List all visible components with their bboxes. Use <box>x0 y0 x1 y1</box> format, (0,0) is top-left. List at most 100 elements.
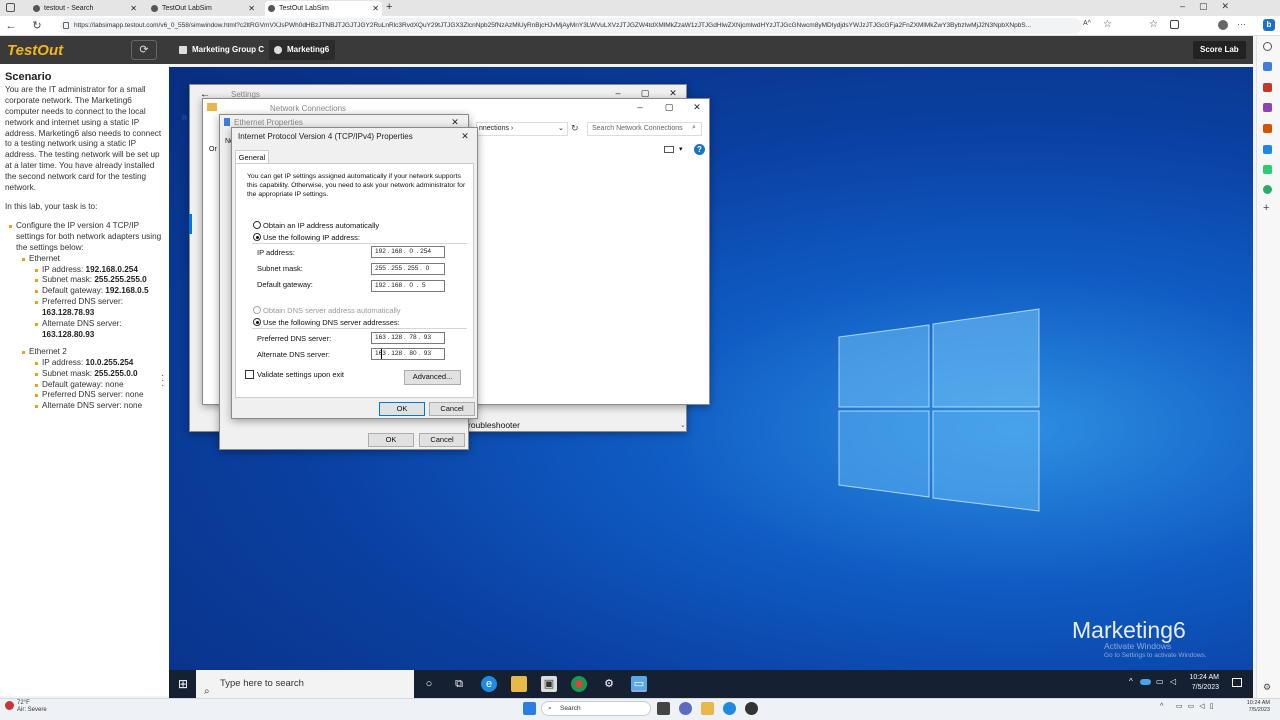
host-start-icon[interactable] <box>523 702 536 715</box>
office-icon[interactable] <box>1263 124 1272 133</box>
back-icon[interactable]: ← <box>4 19 18 33</box>
marketing6-button[interactable]: Marketing6 <box>269 40 336 60</box>
reload-icon[interactable]: ↻ <box>30 19 44 33</box>
cancel-button[interactable]: Cancel <box>419 433 465 447</box>
use-ip-radio[interactable] <box>253 233 261 241</box>
shopping-icon[interactable] <box>1263 62 1272 71</box>
validate-checkbox[interactable] <box>245 370 254 379</box>
tray-icons[interactable]: ▭▭◁▯ <box>1176 702 1218 710</box>
obtain-ip-auto-radio[interactable] <box>253 221 261 229</box>
score-lab-button[interactable]: Score Lab <box>1193 41 1246 59</box>
chevron-down-icon[interactable]: ⌄ <box>558 124 564 132</box>
sidebar-settings-icon[interactable]: ⚙ <box>1263 682 1271 693</box>
taskbar-search-input[interactable]: ⌕ Type here to search <box>196 670 414 698</box>
profile-icon[interactable] <box>1218 20 1228 30</box>
ip-address-field[interactable]: 192 . 168 . 0 . 254 <box>371 246 445 258</box>
ok-button[interactable]: OK <box>379 402 425 416</box>
extensions-icon[interactable]: ☆ <box>1149 19 1158 30</box>
chrome-icon[interactable] <box>571 676 587 692</box>
close-icon[interactable]: ✕ <box>130 1 137 16</box>
view-options-icon[interactable] <box>664 146 674 153</box>
tab-actions-icon[interactable] <box>6 3 15 12</box>
close-icon[interactable]: ✕ <box>458 130 472 142</box>
widgets-icon[interactable] <box>679 702 692 715</box>
tray-chevron-icon[interactable]: ^ <box>1160 703 1163 710</box>
browser-tab-labsim-2[interactable]: TestOut LabSim ✕ <box>265 1 382 16</box>
use-dns-radio[interactable] <box>253 318 261 326</box>
troubleshooter-link[interactable]: roubleshooter <box>468 420 520 430</box>
recorder-icon[interactable] <box>745 702 758 715</box>
obtain-dns-auto-radio[interactable] <box>253 306 261 314</box>
window-controls[interactable]: –▢✕ <box>1180 1 1243 12</box>
edge-icon[interactable] <box>723 702 736 715</box>
use-dns-label[interactable]: Use the following DNS server addresses: <box>263 318 400 327</box>
marketing-group-button[interactable]: Marketing Group C <box>174 40 270 60</box>
network-app-icon[interactable]: ▭ <box>631 676 647 692</box>
task-view-icon[interactable]: ⧉ <box>451 676 467 692</box>
scroll-down-icon[interactable]: ⌄ <box>680 421 686 429</box>
network-icon <box>224 118 230 126</box>
activate-windows-title: Activate Windows <box>1104 641 1172 651</box>
new-tab-button[interactable]: + <box>386 1 392 13</box>
store-icon[interactable]: ▣ <box>541 676 557 692</box>
ok-button[interactable]: OK <box>368 433 414 447</box>
settings-icon[interactable]: ⚙ <box>601 676 617 692</box>
maximize-icon[interactable]: ▢ <box>662 101 676 113</box>
volume-icon[interactable]: ◁ <box>1170 677 1176 686</box>
vm-clock[interactable]: 10:24 AM 7/5/2023 <box>1187 673 1219 693</box>
network-search-input[interactable]: Search Network Connections <box>587 122 702 136</box>
edge-icon[interactable]: e <box>481 676 497 692</box>
scenario-heading: Scenario <box>5 71 52 83</box>
network-tray-icon[interactable]: ▭ <box>1156 677 1164 686</box>
tools-icon[interactable] <box>1263 83 1272 92</box>
windows-start-icon[interactable]: ⊞ <box>178 677 188 691</box>
cortana-icon[interactable]: ○ <box>421 676 437 692</box>
host-clock[interactable]: 10:24 AM 7/5/2023 <box>1238 700 1270 714</box>
cancel-button[interactable]: Cancel <box>429 402 475 416</box>
host-search-input[interactable]: ⌕ Search <box>541 701 651 716</box>
read-aloud-icon[interactable]: A^ <box>1083 20 1091 27</box>
notifications-icon[interactable] <box>1232 678 1242 687</box>
onedrive-icon[interactable] <box>1140 679 1151 685</box>
default-gateway-field[interactable]: 192 . 168 . 0 . 5 <box>371 280 445 292</box>
tab-general[interactable]: General <box>235 150 269 164</box>
use-ip-label[interactable]: Use the following IP address: <box>263 233 360 242</box>
refresh-button[interactable]: ⟳ <box>131 40 157 60</box>
bing-icon[interactable]: b <box>1263 19 1275 31</box>
games-icon[interactable] <box>1263 103 1272 112</box>
chevron-down-icon[interactable]: ▾ <box>679 145 683 153</box>
file-explorer-icon[interactable] <box>511 676 527 692</box>
advanced-button[interactable]: Advanced... <box>404 370 461 385</box>
adapter-setting: IP address: 10.0.255.254 <box>31 358 164 369</box>
browser-tab-search[interactable]: testout - Search ✕ <box>30 1 140 16</box>
favorite-icon[interactable]: ☆ <box>1103 19 1112 30</box>
drop-icon[interactable] <box>1263 165 1272 174</box>
tray-chevron-icon[interactable]: ^ <box>1129 677 1133 686</box>
default-gateway-label: Default gateway: <box>257 280 313 289</box>
search-icon[interactable] <box>1263 42 1272 51</box>
add-icon[interactable]: + <box>1263 202 1269 214</box>
alternate-dns-field[interactable]: 163 . 128 . 80 . 93 <box>371 348 445 360</box>
subnet-mask-field[interactable]: 255 . 255 . 255 . 0 <box>371 263 445 275</box>
outlook-icon[interactable] <box>1263 145 1272 154</box>
weather-widget[interactable]: 72°F Air: Severe <box>4 700 47 714</box>
adapter-setting: Alternate DNS server: none <box>31 401 164 412</box>
close-icon[interactable]: ✕ <box>248 1 255 16</box>
url-field[interactable]: https://labsimapp.testout.com/v6_0_558/s… <box>60 18 1082 34</box>
browser-tab-labsim-1[interactable]: TestOut LabSim ✕ <box>148 1 258 16</box>
more-icon[interactable]: ··· <box>1237 19 1246 29</box>
close-icon[interactable]: ✕ <box>372 1 379 16</box>
tree-icon[interactable] <box>1263 185 1272 194</box>
breadcrumb[interactable]: nnections › <box>476 122 568 136</box>
preferred-dns-field[interactable]: 163 . 128 . 78 . 93 <box>371 332 445 344</box>
validate-label[interactable]: Validate settings upon exit <box>257 370 344 379</box>
obtain-ip-auto-label[interactable]: Obtain an IP address automatically <box>263 221 379 230</box>
task-view-icon[interactable] <box>657 702 670 715</box>
minimize-icon[interactable]: – <box>633 101 647 113</box>
file-explorer-icon[interactable] <box>701 702 714 715</box>
help-icon[interactable]: ? <box>694 144 705 155</box>
close-icon[interactable]: ✕ <box>690 101 704 113</box>
collections-icon[interactable] <box>1170 20 1179 29</box>
refresh-icon[interactable]: ↻ <box>571 123 579 134</box>
panel-resize-handle[interactable]: · · · <box>161 371 167 391</box>
